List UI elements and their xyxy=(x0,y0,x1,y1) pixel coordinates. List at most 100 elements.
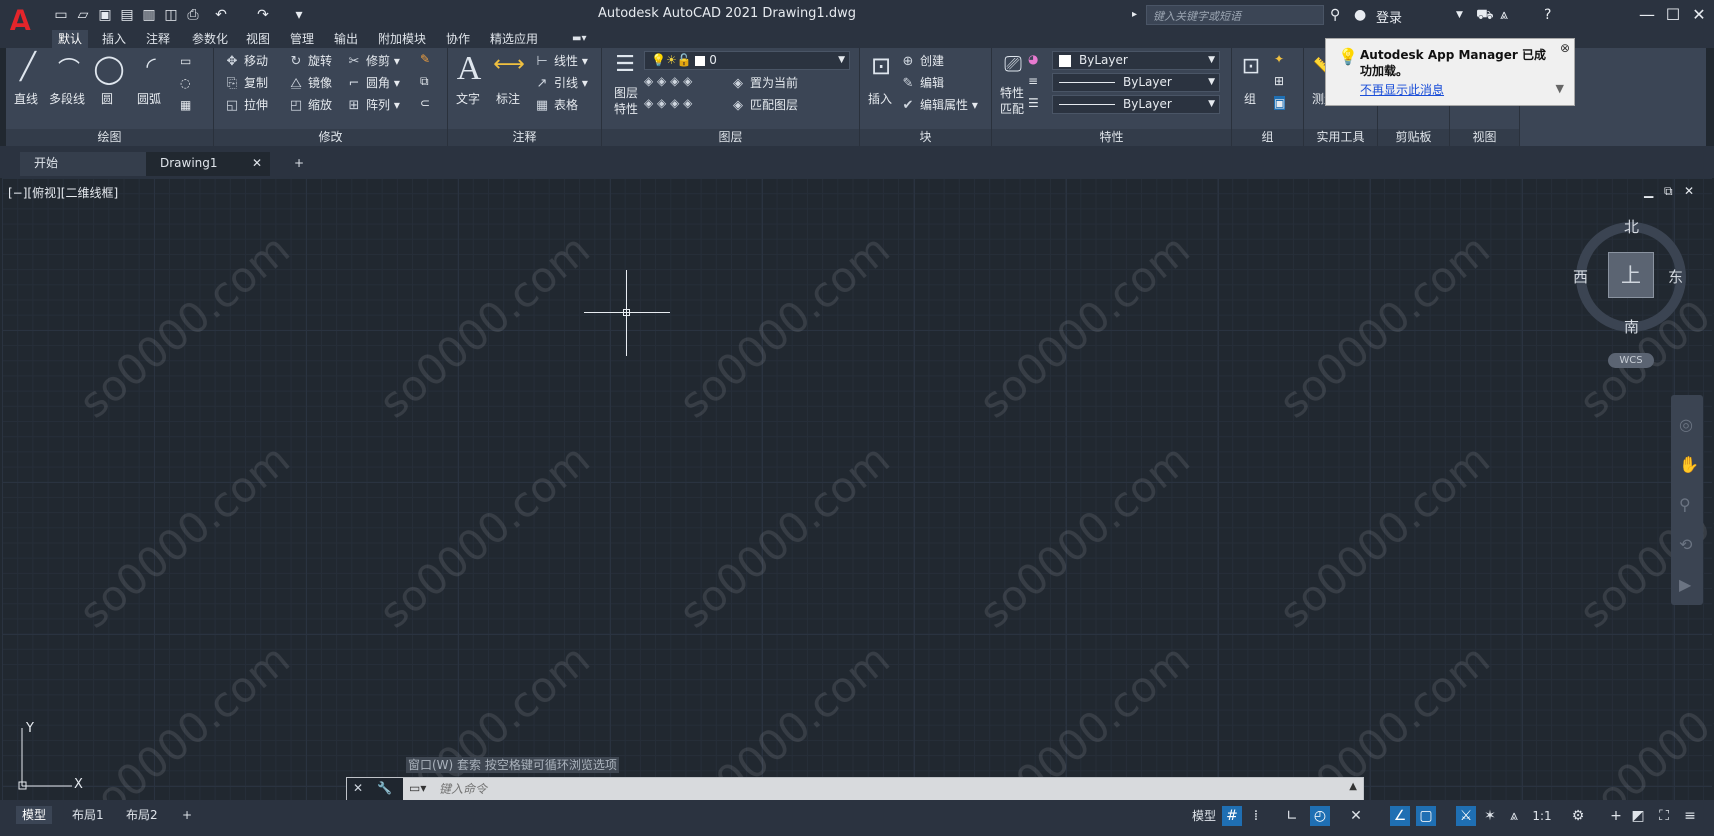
arc-button[interactable]: 圆弧 xyxy=(137,90,161,107)
polyline-icon[interactable]: ⌒ xyxy=(52,52,86,86)
offset-icon[interactable]: ⊂ xyxy=(420,96,430,110)
viewport-close-icon[interactable]: ✕ xyxy=(1684,184,1694,198)
color-dropdown[interactable]: ByLayer ▼ xyxy=(1052,51,1220,70)
search-input[interactable]: 键入关键字或短语 xyxy=(1146,5,1324,25)
match-layer-button[interactable]: ◈ 匹配图层 xyxy=(730,96,798,114)
add-icon[interactable]: + xyxy=(1606,806,1626,826)
drawing-canvas[interactable]: [−][俯视][二维线框] ▁ ⧉ ✕ xyxy=(2,178,1712,800)
clipboard-panel-title[interactable]: 剪贴板 xyxy=(1378,129,1449,146)
modify-panel-title[interactable]: 修改 xyxy=(214,129,447,146)
tab-view[interactable]: 视图 xyxy=(240,30,276,48)
auto-scale-icon[interactable]: ✶ xyxy=(1480,806,1500,826)
fillet-button[interactable]: ⌐ 圆角 ▾ xyxy=(346,74,400,92)
mirror-button[interactable]: ⧋ 镜像 xyxy=(288,74,332,92)
leader-button[interactable]: ↗ 引线 ▾ xyxy=(534,74,588,92)
layer-tools-row-1[interactable]: ◈ ◈ ◈ ◈ xyxy=(644,74,692,88)
tab-model[interactable]: 模型 xyxy=(16,806,53,824)
stretch-button[interactable]: ◱ 拉伸 xyxy=(224,96,268,114)
command-line-handle[interactable]: ✕ 🔧 xyxy=(347,778,403,802)
tab-parametric[interactable]: 参数化 xyxy=(186,30,234,48)
tab-output[interactable]: 输出 xyxy=(328,30,364,48)
new-file-icon[interactable]: ▭ xyxy=(52,6,70,24)
wcs-menu[interactable]: WCS xyxy=(1608,353,1654,368)
orbit-icon[interactable]: ⟲ xyxy=(1679,535,1692,554)
close-tab-icon[interactable]: ✕ xyxy=(252,152,262,174)
group-select-icon[interactable]: ▣ xyxy=(1274,96,1286,110)
close-icon[interactable]: ✕ xyxy=(1684,3,1714,27)
new-tab-icon[interactable]: + xyxy=(280,152,318,176)
plot-icon[interactable]: ⎙ xyxy=(184,6,202,24)
user-icon[interactable]: ● xyxy=(1354,5,1366,25)
rotate-button[interactable]: ↻ 旋转 xyxy=(288,52,332,70)
undo-icon[interactable]: ↶ xyxy=(212,6,230,24)
object-snap-icon[interactable]: ▢ xyxy=(1416,806,1436,826)
customize-toolbar-icon[interactable]: ▾ xyxy=(290,6,308,24)
circle-button[interactable]: 圆 xyxy=(101,90,113,107)
view-panel-title[interactable]: 视图 xyxy=(1450,129,1519,146)
block-panel-title[interactable]: 块 xyxy=(860,129,991,146)
annotation-scale-icon[interactable]: ⩓ xyxy=(1504,806,1524,826)
line-button[interactable]: 直线 xyxy=(14,90,38,107)
layer-properties-icon[interactable]: ☰ xyxy=(608,52,642,82)
save-icon[interactable]: ▣ xyxy=(96,6,114,24)
polar-icon[interactable]: ◴ xyxy=(1310,806,1330,826)
compass-south[interactable]: 南 xyxy=(1624,316,1639,337)
zoom-icon[interactable]: ⚲ xyxy=(1679,495,1691,514)
cart-icon[interactable]: ⛟ xyxy=(1476,5,1494,25)
steering-wheel-icon[interactable]: ◎ xyxy=(1679,415,1693,434)
viewport-controls[interactable]: [−][俯视][二维线框] xyxy=(8,184,118,201)
tab-collaborate[interactable]: 协作 xyxy=(440,30,476,48)
properties-panel-title[interactable]: 特性 xyxy=(992,129,1231,146)
group-edit-icon[interactable]: ⊞ xyxy=(1274,74,1284,88)
publish-icon[interactable]: ▥ xyxy=(140,6,158,24)
ortho-icon[interactable]: ∟ xyxy=(1282,806,1302,826)
gradient-icon[interactable]: ▦ xyxy=(180,98,191,112)
dont-show-again-link[interactable]: 不再显示此消息 xyxy=(1360,81,1444,98)
grid-icon[interactable]: # xyxy=(1222,806,1242,826)
group-icon[interactable]: ⊡ xyxy=(1236,54,1266,84)
trim-button[interactable]: ✂ 修剪 ▾ xyxy=(346,52,400,70)
lineweight-icon[interactable]: ☰ xyxy=(1028,96,1039,110)
text-button[interactable]: 文字 xyxy=(456,90,480,107)
login-dropdown-icon[interactable]: ▼ xyxy=(1456,5,1463,25)
save-as-icon[interactable]: ▤ xyxy=(118,6,136,24)
settings-gear-icon[interactable]: ⚙ xyxy=(1568,806,1588,826)
redo-icon[interactable]: ↷ xyxy=(254,6,272,24)
object-snap-tracking-icon[interactable]: ∠ xyxy=(1390,806,1410,826)
dimension-button[interactable]: 标注 xyxy=(496,90,520,107)
match-properties-icon[interactable]: ⎚ xyxy=(996,52,1030,82)
open-file-icon[interactable]: ▱ xyxy=(74,6,92,24)
copy-button[interactable]: ⎘ 复制 xyxy=(224,74,268,92)
layer-properties-label-1[interactable]: 图层 xyxy=(614,84,638,101)
lineweight-dropdown[interactable]: ByLayer ▼ xyxy=(1052,95,1220,114)
tab-layout2[interactable]: 布局2 xyxy=(120,806,164,824)
linetype-icon[interactable]: ≡ xyxy=(1028,74,1038,88)
move-button[interactable]: ✥ 移动 xyxy=(224,52,268,70)
snap-icon[interactable]: ⁞ xyxy=(1246,806,1266,826)
group-button[interactable]: 组 xyxy=(1244,90,1256,107)
pan-icon[interactable]: ✋ xyxy=(1679,455,1699,474)
command-history-expand-icon[interactable]: ▲ xyxy=(1349,781,1357,792)
linear-dim-button[interactable]: ⊢ 线性 ▾ xyxy=(534,52,588,70)
compass-north[interactable]: 北 xyxy=(1624,216,1639,237)
help-icon[interactable]: ? xyxy=(1544,5,1551,25)
edit-attributes-button[interactable]: ✔ 编辑属性 ▾ xyxy=(900,96,978,114)
circle-icon[interactable]: ◯ xyxy=(92,52,126,86)
tab-featured-apps[interactable]: 精选应用 xyxy=(484,30,544,48)
tab-start[interactable]: 开始 xyxy=(20,152,146,176)
polyline-button[interactable]: 多段线 xyxy=(49,90,85,107)
viewport-minimize-icon[interactable]: ▁ xyxy=(1644,184,1653,198)
command-input[interactable] xyxy=(439,781,1239,797)
layers-panel-title[interactable]: 图层 xyxy=(602,129,859,146)
close-icon[interactable]: ⊗ xyxy=(1560,41,1570,55)
dimension-icon[interactable]: ⟷ xyxy=(492,52,526,86)
expand-icon[interactable]: ▼ xyxy=(1556,82,1564,95)
scale-display[interactable]: 1:1 xyxy=(1528,806,1556,826)
insert-button[interactable]: 插入 xyxy=(868,90,892,107)
edit-block-button[interactable]: ✎ 编辑 xyxy=(900,74,944,92)
close-icon[interactable]: ✕ xyxy=(353,781,363,795)
viewport-restore-icon[interactable]: ⧉ xyxy=(1664,184,1673,199)
color-wheel-icon[interactable]: ◕ xyxy=(1028,52,1038,66)
array-button[interactable]: ⊞ 阵列 ▾ xyxy=(346,96,400,114)
search-expand-icon[interactable]: ▸ xyxy=(1132,5,1137,25)
